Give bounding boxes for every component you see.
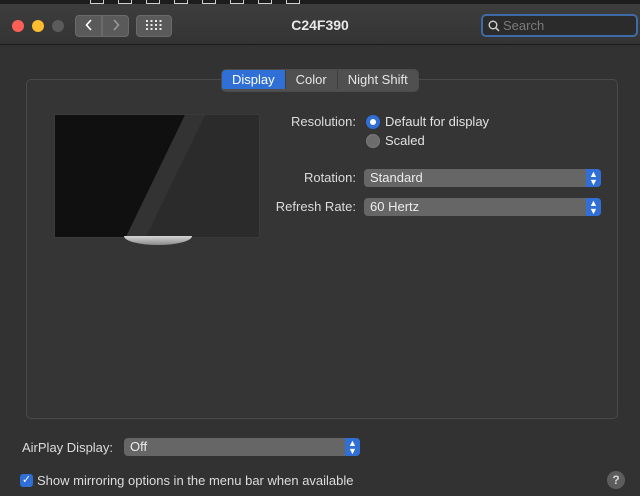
resolution-label: Resolution: — [290, 114, 356, 129]
mirroring-checkbox[interactable]: ✓ — [20, 474, 33, 487]
airplay-display-label: AirPlay Display: — [22, 440, 114, 455]
window-titlebar: C24F390 — [0, 4, 640, 45]
rotation-select[interactable]: Standard ▲ ▼ — [364, 169, 601, 187]
search-icon — [488, 20, 500, 32]
question-mark-icon: ? — [612, 473, 620, 487]
select-arrows-icon: ▲ ▼ — [586, 198, 601, 216]
tab-color[interactable]: Color — [286, 70, 338, 89]
checkmark-icon: ✓ — [21, 474, 32, 486]
mirroring-option-label[interactable]: Show mirroring options in the menu bar w… — [37, 473, 354, 488]
resolution-default-label: Default for display — [385, 114, 490, 129]
segmented-tabs: Display Color Night Shift — [221, 69, 419, 92]
radio-selected[interactable] — [366, 114, 380, 129]
rotation-value: Standard — [370, 170, 423, 185]
refresh-rate-value: 60 Hertz — [370, 199, 420, 214]
resolution-scaled-label: Scaled — [385, 133, 425, 148]
resolution-default-option[interactable]: Default for display — [366, 114, 489, 129]
resolution-scaled-option[interactable]: Scaled — [366, 133, 425, 148]
search-input[interactable] — [500, 18, 623, 33]
refresh-rate-select[interactable]: 60 Hertz ▲ ▼ — [364, 198, 601, 216]
radio-unselected[interactable] — [366, 133, 380, 148]
search-field[interactable] — [481, 14, 638, 37]
select-arrows-icon: ▲ ▼ — [345, 438, 360, 456]
airplay-display-select[interactable]: Off ▲ ▼ — [124, 438, 360, 456]
refresh-rate-label: Refresh Rate: — [275, 199, 356, 214]
tab-display[interactable]: Display — [222, 70, 286, 89]
airplay-display-value: Off — [130, 439, 148, 454]
rotation-label: Rotation: — [303, 170, 356, 185]
tab-night-shift[interactable]: Night Shift — [338, 70, 418, 89]
help-button[interactable]: ? — [607, 471, 625, 489]
select-arrows-icon: ▲ ▼ — [586, 169, 601, 187]
monitor-preview-image — [54, 114, 260, 238]
